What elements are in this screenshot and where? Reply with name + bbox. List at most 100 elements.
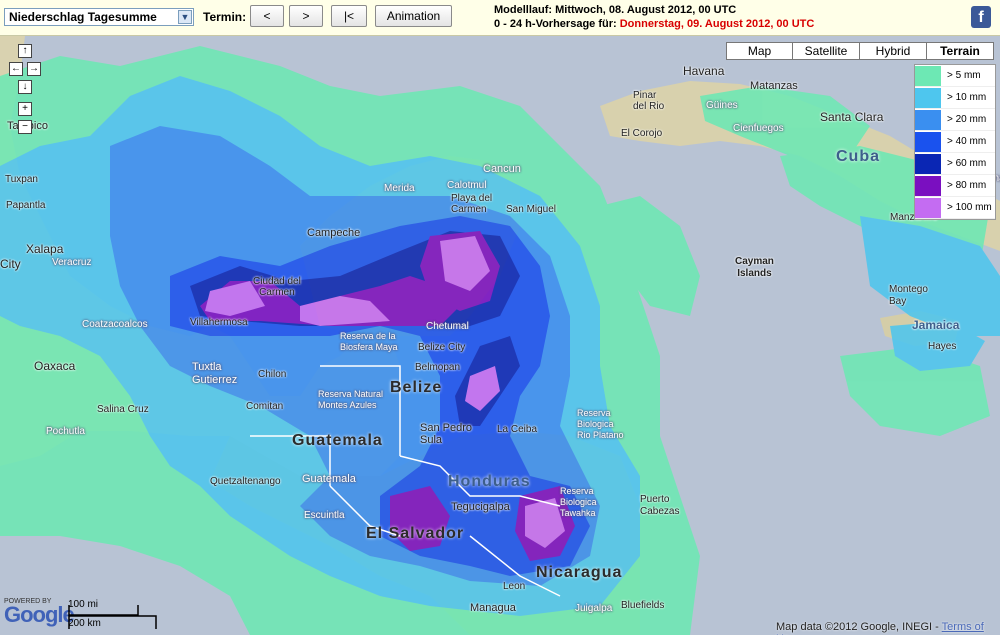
legend-item: > 60 mm bbox=[915, 153, 995, 175]
label-la-ceiba: La Ceiba bbox=[497, 424, 538, 435]
forecast-date: Donnerstag, 09. August 2012, 00 UTC bbox=[619, 18, 815, 30]
label-havana: Havana bbox=[683, 64, 725, 78]
map-attribution: Map data ©2012 Google, INEGI - Terms of … bbox=[776, 621, 1000, 635]
model-run-label: Modelllauf: bbox=[494, 4, 553, 16]
label-cienfuegos: Cienfuegos bbox=[733, 123, 784, 134]
label-cayman-islands: Cayman Islands bbox=[735, 256, 774, 279]
label-campeche: Campeche bbox=[307, 227, 361, 239]
label-belmopan: Belmopan bbox=[415, 362, 461, 373]
label-guatemala-city: Guatemala bbox=[302, 473, 356, 485]
label-bluefields: Bluefields bbox=[621, 600, 665, 611]
label-el-salvador: El Salvador bbox=[366, 525, 465, 542]
label-chilon: Chilon bbox=[258, 369, 287, 380]
label-jamaica: Jamaica bbox=[912, 318, 960, 332]
google-wordmark: Google bbox=[4, 602, 75, 627]
map-canvas bbox=[0, 36, 1000, 635]
legend-item: > 20 mm bbox=[915, 109, 995, 131]
map-type-control: Map Satellite Hybrid Terrain bbox=[726, 42, 994, 60]
legend-swatch bbox=[915, 197, 941, 218]
label-matanzas: Matanzas bbox=[750, 80, 798, 92]
label-villahermosa: Villahermosa bbox=[190, 317, 248, 328]
legend-swatch bbox=[915, 131, 941, 152]
legend-item: > 100 mm bbox=[915, 197, 995, 219]
label-managua: Managua bbox=[470, 602, 516, 614]
pan-right-button[interactable]: → bbox=[27, 62, 41, 76]
animation-button[interactable]: Animation bbox=[375, 5, 452, 27]
legend-item: > 80 mm bbox=[915, 175, 995, 197]
legend-item: > 5 mm bbox=[915, 65, 995, 87]
legend-item: > 10 mm bbox=[915, 87, 995, 109]
legend-swatch bbox=[915, 175, 941, 196]
scale-km: 200 km bbox=[68, 618, 101, 629]
label-cancun: Cancun bbox=[483, 163, 521, 175]
zoom-in-button[interactable]: + bbox=[18, 102, 32, 116]
precipitation-legend: > 5 mm > 10 mm > 20 mm > 40 mm > 60 mm >… bbox=[914, 64, 996, 220]
next-button[interactable]: > bbox=[289, 5, 323, 27]
forecast-line: 0 - 24 h-Vorhersage für: Donnerstag, 09.… bbox=[494, 18, 814, 30]
facebook-icon[interactable]: f bbox=[971, 6, 991, 28]
label-hayes: Hayes bbox=[928, 341, 957, 352]
label-belize-city: Belize City bbox=[418, 342, 466, 353]
model-run-value: Mittwoch, 08. August 2012, 00 UTC bbox=[555, 4, 737, 16]
label-playa-del-carmen: Playa del Carmen bbox=[451, 193, 493, 215]
forecast-label: 0 - 24 h-Vorhersage für: bbox=[494, 18, 617, 30]
label-san-pedro-sula: San Pedro Sula bbox=[420, 422, 472, 446]
label-santa-clara: Santa Clara bbox=[820, 110, 884, 124]
map-view[interactable]: Havana Matanzas Pinar del Rio Güines Cie… bbox=[0, 36, 1000, 635]
label-comitan: Comitan bbox=[246, 401, 284, 412]
google-logo[interactable]: POWERED BY Google bbox=[4, 598, 75, 628]
label-pochutla: Pochutla bbox=[46, 426, 85, 437]
pan-up-button[interactable]: ↑ bbox=[18, 44, 32, 58]
label-salina-cruz: Salina Cruz bbox=[97, 404, 149, 415]
label-city: City bbox=[0, 257, 21, 271]
label-reserva-montes-azules: Reserva Natural Montes Azules bbox=[318, 389, 384, 410]
legend-swatch bbox=[915, 87, 941, 108]
label-honduras: Honduras bbox=[448, 473, 531, 490]
label-pinar-del-rio: Pinar del Rio bbox=[633, 90, 665, 112]
label-montego-bay: Montego Bay bbox=[889, 284, 928, 307]
maptype-terrain-button[interactable]: Terrain bbox=[926, 42, 994, 60]
label-ciudad-del-carmen: Ciudad del Carmen bbox=[253, 276, 301, 298]
label-xalapa: Xalapa bbox=[26, 242, 64, 256]
label-el-corojo: El Corojo bbox=[621, 128, 663, 139]
legend-item: > 40 mm bbox=[915, 131, 995, 153]
product-select[interactable]: Niederschlag Tagesumme ▼ bbox=[4, 8, 194, 26]
label-guines: Güines bbox=[706, 100, 738, 111]
scale-miles: 100 mi bbox=[68, 599, 99, 610]
label-tuxpan: Tuxpan bbox=[5, 174, 38, 185]
label-juigalpa: Juigalpa bbox=[575, 603, 613, 614]
pan-down-button[interactable]: ↓ bbox=[18, 80, 32, 94]
first-button[interactable]: |< bbox=[331, 5, 367, 27]
legend-swatch bbox=[915, 109, 941, 130]
label-leon: Leon bbox=[503, 581, 526, 592]
label-cuba: Cuba bbox=[836, 148, 880, 165]
product-select-value: Niederschlag Tagesumme bbox=[9, 10, 157, 24]
legend-swatch bbox=[915, 153, 941, 174]
previous-button[interactable]: < bbox=[250, 5, 284, 27]
maptype-map-button[interactable]: Map bbox=[726, 42, 793, 60]
label-reserva-tawahka: Reserva Biologica Tawahka bbox=[560, 486, 597, 518]
label-coatzacoalcos: Coatzacoalcos bbox=[82, 319, 148, 330]
maptype-hybrid-button[interactable]: Hybrid bbox=[859, 42, 927, 60]
label-puerto-cabezas: Puerto Cabezas bbox=[640, 494, 680, 517]
label-papantla: Papantla bbox=[6, 200, 46, 211]
label-nicaragua: Nicaragua bbox=[536, 564, 623, 581]
label-oaxaca: Oaxaca bbox=[34, 359, 76, 373]
label-tuxtla-gutierrez: Tuxtla Gutierrez bbox=[192, 361, 238, 386]
label-merida: Merida bbox=[384, 183, 415, 194]
pan-left-button[interactable]: ← bbox=[9, 62, 23, 76]
termin-label: Termin: bbox=[203, 10, 247, 24]
label-calotmul: Calotmul bbox=[447, 180, 487, 191]
label-tegucigalpa: Tegucigalpa bbox=[451, 501, 510, 513]
label-chetumal: Chetumal bbox=[426, 321, 469, 332]
label-veracruz: Veracruz bbox=[52, 257, 92, 268]
label-reserva-maya: Reserva de la Biosfera Maya bbox=[340, 331, 398, 352]
label-belize: Belize bbox=[390, 379, 443, 396]
zoom-out-button[interactable]: − bbox=[18, 120, 32, 134]
legend-swatch bbox=[915, 65, 941, 86]
toolbar: Niederschlag Tagesumme ▼ Termin: < > |< … bbox=[0, 0, 1000, 36]
maptype-satellite-button[interactable]: Satellite bbox=[792, 42, 860, 60]
label-reserva-rio-platano: Reserva Biologica Rio Platano bbox=[577, 408, 624, 440]
chevron-down-icon[interactable]: ▼ bbox=[178, 10, 192, 24]
label-quetzaltenango: Quetzaltenango bbox=[210, 476, 281, 487]
